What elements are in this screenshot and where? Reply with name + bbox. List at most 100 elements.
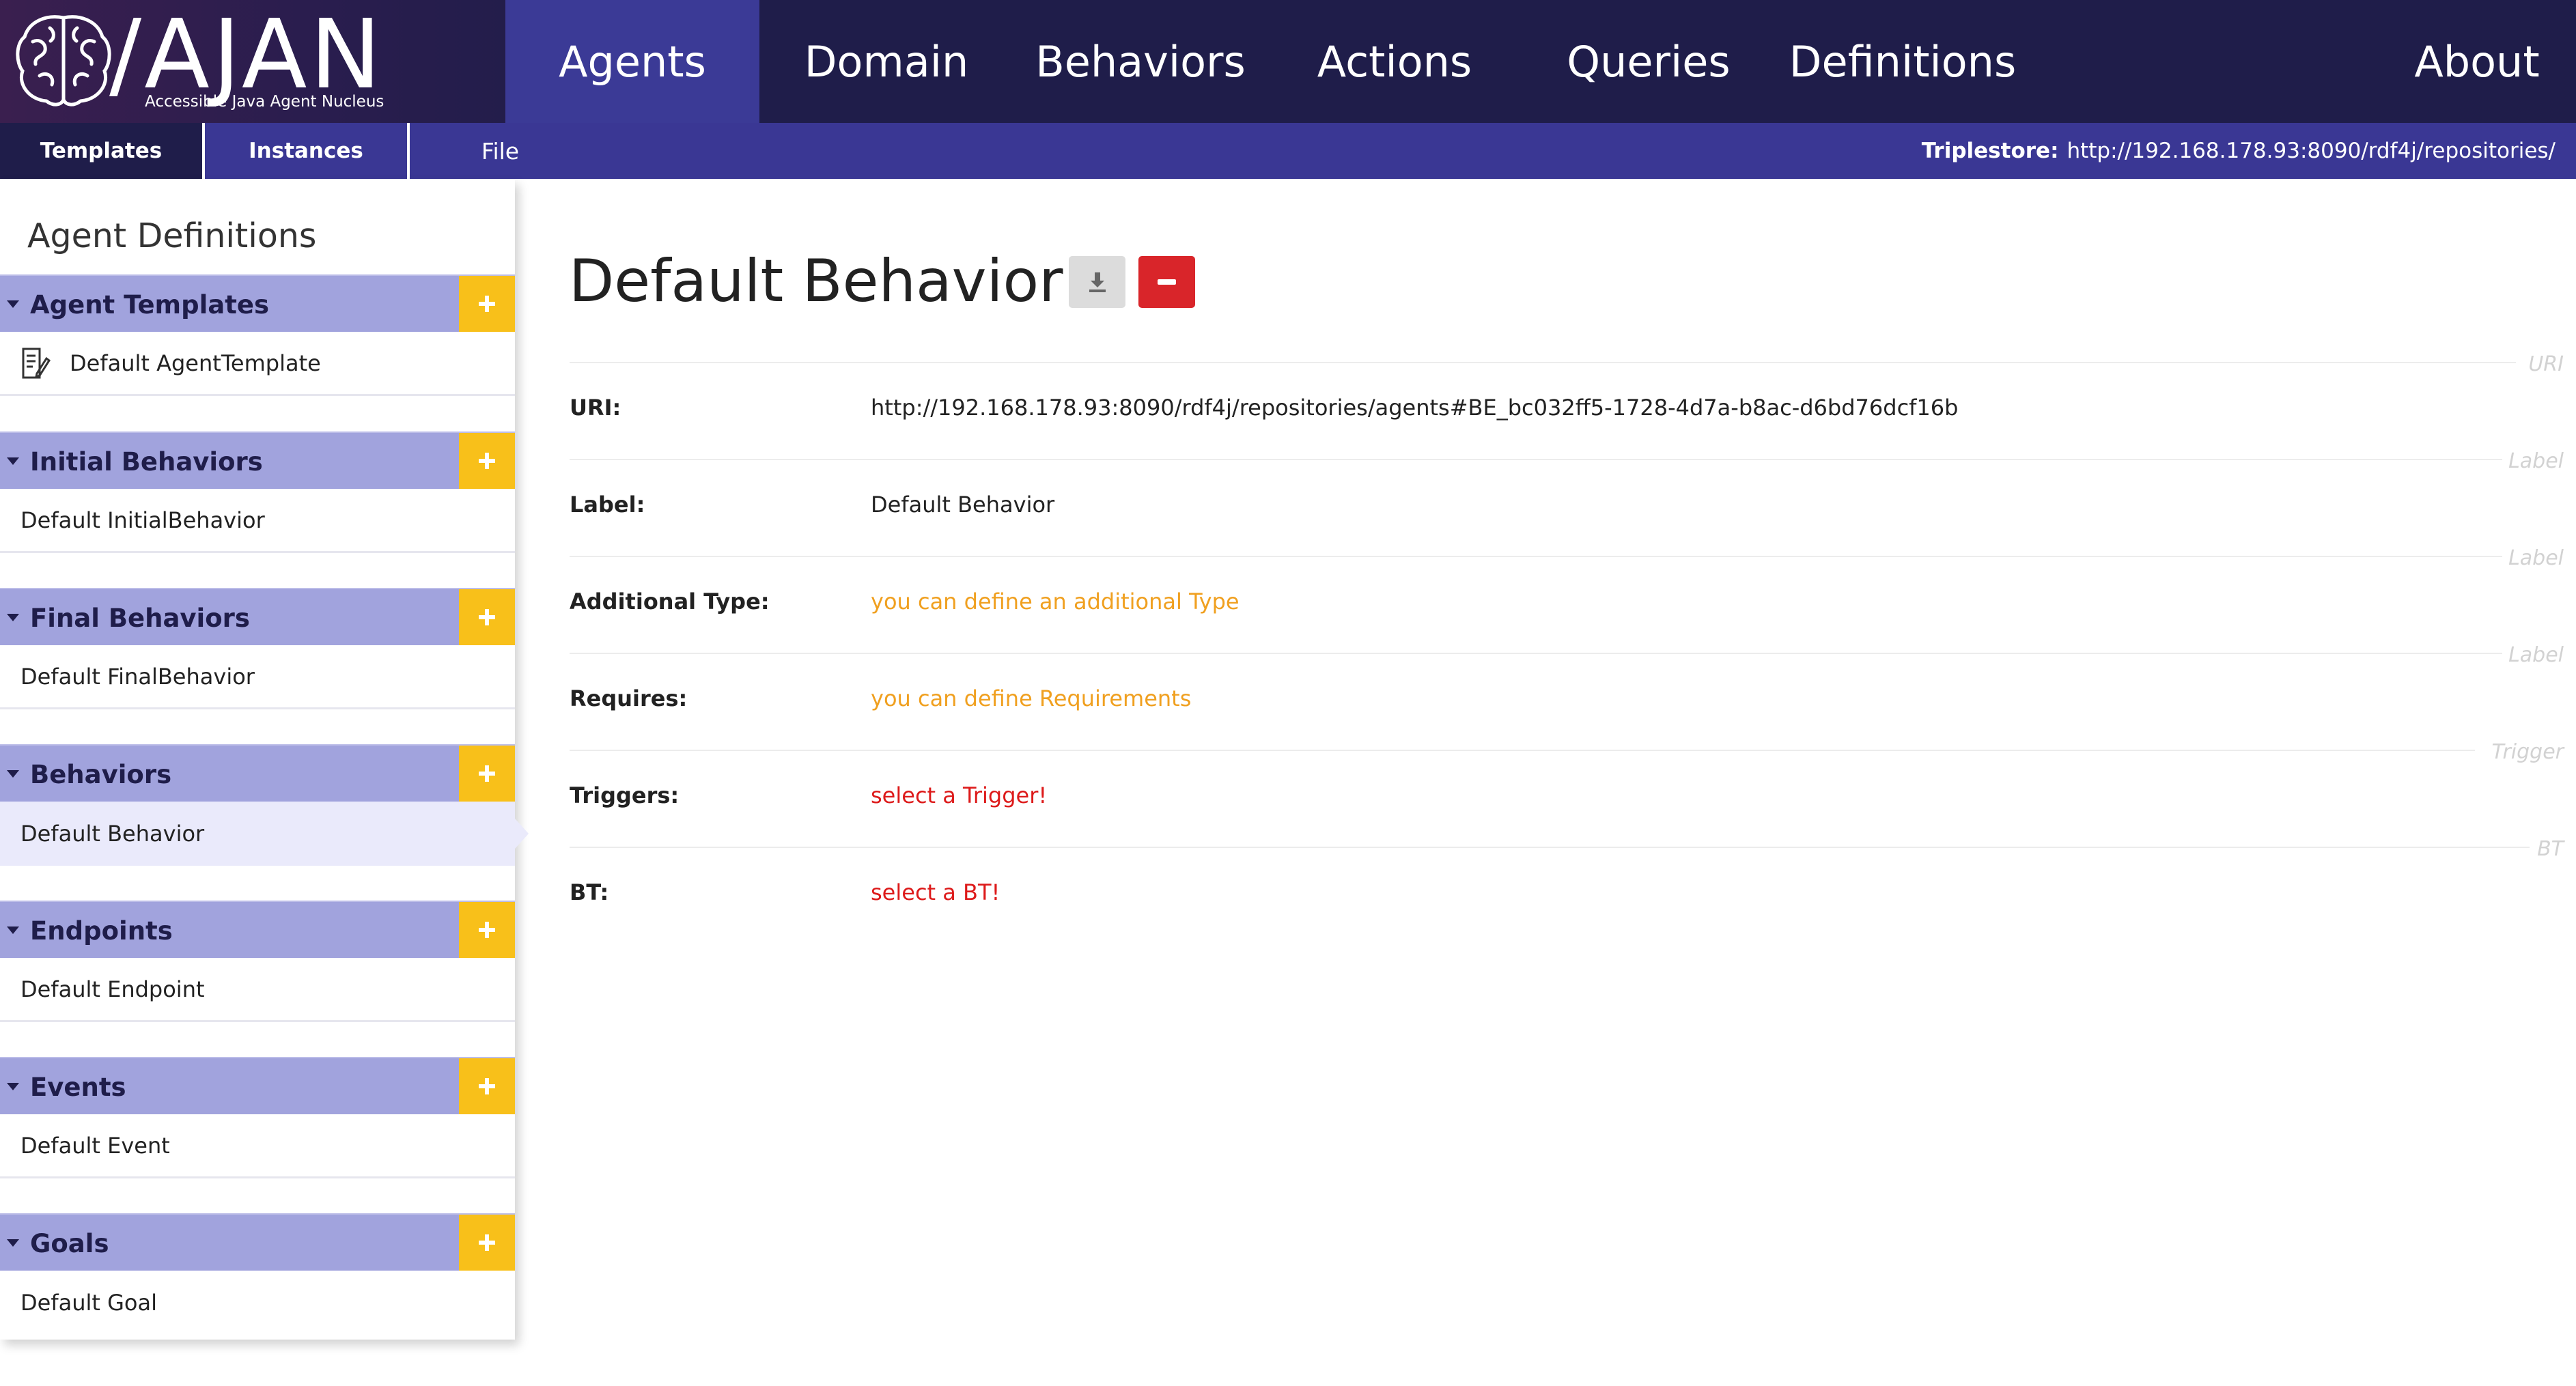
top-navigation-bar: /AJAN Accessible Java Agent Nucleus Agen… [0,0,2576,123]
add-initial-behavior-button[interactable] [459,433,515,489]
list-item[interactable]: Default FinalBehavior [0,645,515,709]
section-label: Endpoints [30,916,173,946]
property-row-requires: Label Requires: you can define Requireme… [570,643,2564,750]
property-tag: Label [2508,643,2564,667]
tab-instances[interactable]: Instances [205,123,410,179]
row-divider [570,653,2502,654]
add-endpoint-button[interactable] [459,902,515,958]
section-header-goals[interactable]: Goals [0,1213,515,1271]
section-goals: Goals Default Goal [0,1213,515,1335]
nav-domain[interactable]: Domain [759,0,1013,123]
section-header-agent-templates[interactable]: Agent Templates [0,274,515,332]
caret-down-icon [7,1083,19,1090]
uri-value: http://192.168.178.93:8090/rdf4j/reposit… [871,395,1959,421]
row-divider [570,459,2502,460]
list-item[interactable]: Default InitialBehavior [0,489,515,553]
property-label: BT: [570,879,609,905]
caret-down-icon [7,1239,19,1247]
requires-value[interactable]: you can define Requirements [871,685,1191,711]
sidebar-title: Agent Definitions [27,216,317,255]
plus-icon [479,609,495,625]
list-item-label: Default FinalBehavior [20,663,255,690]
label-value[interactable]: Default Behavior [871,492,1054,518]
caret-down-icon [7,770,19,778]
list-item-label: Default Goal [20,1290,157,1316]
section-behaviors: Behaviors Default Behavior [0,744,529,866]
list-item[interactable]: Default Endpoint [0,958,515,1022]
additional-type-value[interactable]: you can define an additional Type [871,589,1240,614]
caret-down-icon [7,300,19,308]
nav-about[interactable]: About [2378,0,2576,123]
add-behavior-button[interactable] [459,746,515,802]
list-item[interactable]: Default AgentTemplate [0,332,515,396]
logo-title: /AJAN [109,0,384,111]
caret-down-icon [7,614,19,621]
caret-down-icon [7,457,19,465]
minus-icon [1158,279,1176,285]
ajan-logo[interactable]: /AJAN Accessible Java Agent Nucleus [0,0,505,123]
plus-icon [479,1078,495,1094]
row-divider [570,362,2516,363]
section-header-events[interactable]: Events [0,1057,515,1114]
property-tag: Trigger [2491,740,2564,764]
download-button[interactable] [1069,256,1125,308]
nav-definitions[interactable]: Definitions [1776,0,2030,123]
logo-subtitle: Accessible Java Agent Nucleus [145,93,384,111]
section-header-endpoints[interactable]: Endpoints [0,901,515,958]
nav-queries[interactable]: Queries [1522,0,1776,123]
main-nav: Agents Domain Behaviors Actions Queries … [505,0,2030,123]
section-label: Agent Templates [30,289,270,320]
property-label: Label: [570,492,645,518]
download-icon [1089,272,1106,292]
nav-behaviors[interactable]: Behaviors [1013,0,1268,123]
list-item-selected[interactable]: Default Behavior [0,802,529,866]
property-row-uri: URI URI: http://192.168.178.93:8090/rdf4… [570,352,2564,459]
list-item-label: Default Event [20,1132,170,1159]
add-final-behavior-button[interactable] [459,589,515,645]
section-header-final-behaviors[interactable]: Final Behaviors [0,588,515,645]
plus-icon [479,453,495,469]
add-event-button[interactable] [459,1058,515,1114]
list-item[interactable]: Default Goal [0,1271,515,1335]
tab-file[interactable]: File [410,123,591,179]
nav-actions[interactable]: Actions [1268,0,1522,123]
property-row-additional-type: Label Additional Type: you can define an… [570,546,2564,653]
list-item[interactable]: Default Event [0,1114,515,1178]
plus-icon [479,1234,495,1251]
property-label: Additional Type: [570,589,770,614]
section-events: Events Default Event [0,1057,515,1178]
add-agent-template-button[interactable] [459,276,515,332]
section-label: Behaviors [30,759,172,789]
plus-icon [479,765,495,782]
nav-agents[interactable]: Agents [505,0,759,123]
list-item-label: Default InitialBehavior [20,507,265,533]
list-item-label: Default Behavior [20,821,205,847]
property-tag: URI [2528,352,2564,376]
list-item-label: Default AgentTemplate [70,350,321,376]
property-row-label: Label Label: Default Behavior [570,449,2564,556]
section-agent-templates: Agent Templates Default AgentTemplate [0,274,515,396]
list-item-label: Default Endpoint [20,976,205,1002]
triplestore-info: Triplestore: http://192.168.178.93:8090/… [1922,123,2556,179]
row-divider [570,750,2475,751]
property-tag: Label [2508,449,2564,473]
triplestore-label: Triplestore: [1921,139,2059,163]
delete-button[interactable] [1138,256,1195,308]
section-label: Final Behaviors [30,603,250,633]
add-goal-button[interactable] [459,1215,515,1271]
section-header-behaviors[interactable]: Behaviors [0,744,515,802]
agent-definitions-sidebar: Agent Definitions Agent Templates Defaul… [0,179,529,1340]
bt-value[interactable]: select a BT! [871,879,1000,905]
property-row-triggers: Trigger Triggers: select a Trigger! [570,740,2564,847]
property-label: URI: [570,395,621,421]
section-header-initial-behaviors[interactable]: Initial Behaviors [0,432,515,489]
section-endpoints: Endpoints Default Endpoint [0,901,515,1022]
brain-icon [16,15,111,107]
triplestore-url[interactable]: http://192.168.178.93:8090/rdf4j/reposit… [2067,139,2556,163]
sub-navigation-bar: Templates Instances File Triplestore: ht… [0,123,2576,179]
property-tag: Label [2508,546,2564,570]
tab-templates[interactable]: Templates [0,123,205,179]
section-label: Goals [30,1228,109,1258]
section-label: Initial Behaviors [30,447,263,477]
triggers-value[interactable]: select a Trigger! [871,782,1047,808]
